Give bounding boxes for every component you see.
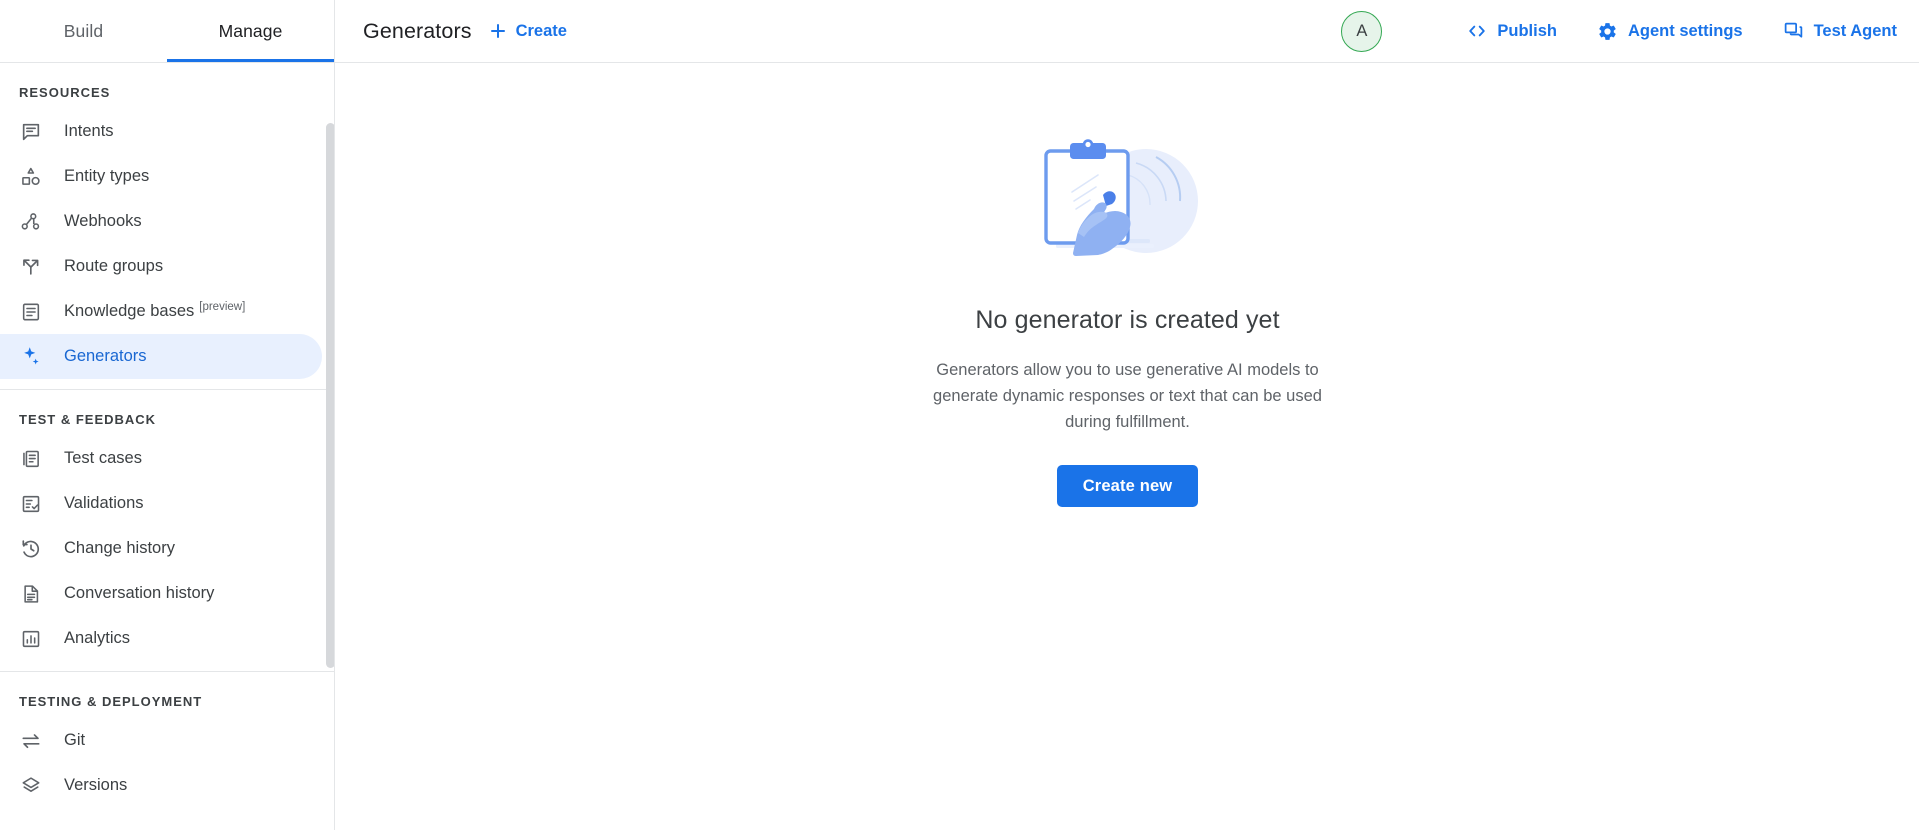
sidebar-content: RESOURCES Intents	[0, 63, 335, 808]
sidebar-item-label: Git	[64, 731, 85, 750]
sidebar-item-label: Analytics	[64, 629, 130, 648]
create-button[interactable]: Create	[489, 22, 567, 41]
sync-arrows-icon	[19, 729, 42, 752]
sidebar-item-label: Test cases	[64, 449, 142, 468]
sidebar-heading-testing-deployment: TESTING & DEPLOYMENT	[0, 672, 335, 718]
sidebar-item-validations[interactable]: Validations	[0, 481, 322, 526]
mode-tabs: Build Manage	[0, 0, 335, 62]
sidebar-item-label: Generators	[64, 347, 147, 366]
sidebar-item-label: Conversation history	[64, 584, 214, 603]
app-root: Build Manage Generators Create A	[0, 0, 1919, 830]
plus-icon	[489, 22, 507, 40]
sidebar-item-conversation-history[interactable]: Conversation history	[0, 571, 322, 616]
sidebar-item-git[interactable]: Git	[0, 718, 322, 763]
tab-build[interactable]: Build	[0, 0, 167, 62]
chat-lines-icon	[19, 120, 42, 143]
sidebar-section-test-feedback: TEST & FEEDBACK Test cases	[0, 390, 335, 661]
create-new-button[interactable]: Create new	[1057, 465, 1199, 507]
tab-manage-label: Manage	[219, 21, 283, 42]
sidebar-item-versions[interactable]: Versions	[0, 763, 322, 808]
sidebar-scrollbar-thumb[interactable]	[326, 123, 335, 668]
sidebar-item-route-groups[interactable]: Route groups	[0, 244, 322, 289]
sidebar-item-analytics[interactable]: Analytics	[0, 616, 322, 661]
layers-icon	[19, 774, 42, 797]
test-agent-button[interactable]: Test Agent	[1783, 21, 1897, 42]
bar-chart-icon	[19, 627, 42, 650]
sidebar-item-label: Change history	[64, 539, 175, 558]
sidebar-item-label: Knowledge bases [preview]	[64, 302, 245, 321]
sidebar-heading-resources: RESOURCES	[0, 63, 335, 109]
publish-button[interactable]: Publish	[1467, 21, 1557, 41]
empty-state-description: Generators allow you to use generative A…	[918, 357, 1338, 435]
sidebar: RESOURCES Intents	[0, 63, 335, 830]
create-button-label: Create	[516, 22, 567, 41]
agent-settings-button[interactable]: Agent settings	[1597, 21, 1743, 42]
clipboard-hand-pen-illustration	[1028, 135, 1228, 265]
history-clock-icon	[19, 537, 42, 560]
empty-state-title: No generator is created yet	[975, 306, 1279, 335]
checklist-icon	[19, 492, 42, 515]
sidebar-item-change-history[interactable]: Change history	[0, 526, 322, 571]
sidebar-item-entity-types[interactable]: Entity types	[0, 154, 322, 199]
shapes-icon	[19, 165, 42, 188]
main-content: No generator is created yet Generators a…	[336, 63, 1919, 830]
sidebar-item-label: Intents	[64, 122, 114, 141]
sidebar-heading-test-feedback: TEST & FEEDBACK	[0, 390, 335, 436]
preview-badge: [preview]	[199, 301, 245, 313]
sidebar-section-testing-deployment: TESTING & DEPLOYMENT Git	[0, 672, 335, 808]
sidebar-item-label: Validations	[64, 494, 144, 513]
branch-arrows-icon	[19, 255, 42, 278]
sidebar-item-intents[interactable]: Intents	[0, 109, 322, 154]
agent-settings-label: Agent settings	[1628, 22, 1743, 41]
nodes-icon	[19, 210, 42, 233]
sidebar-item-webhooks[interactable]: Webhooks	[0, 199, 322, 244]
top-bar: Build Manage Generators Create A	[0, 0, 1919, 63]
document-lines-icon	[19, 300, 42, 323]
document-icon	[19, 582, 42, 605]
sidebar-item-label: Webhooks	[64, 212, 142, 231]
top-bar-actions: A Publish Agent settings	[1341, 0, 1897, 62]
publish-label: Publish	[1497, 22, 1557, 41]
gear-icon	[1597, 21, 1618, 42]
sidebar-item-generators[interactable]: Generators	[0, 334, 322, 379]
sidebar-item-label: Versions	[64, 776, 127, 795]
page-header: Generators Create	[363, 0, 567, 62]
page-title: Generators	[363, 19, 472, 44]
code-brackets-icon	[1467, 21, 1487, 41]
sidebar-item-text: Knowledge bases	[64, 302, 194, 321]
avatar[interactable]: A	[1341, 11, 1382, 52]
tab-manage[interactable]: Manage	[167, 0, 334, 62]
sidebar-item-test-cases[interactable]: Test cases	[0, 436, 322, 481]
tab-build-label: Build	[64, 21, 103, 42]
sidebar-item-knowledge-bases[interactable]: Knowledge bases [preview]	[0, 289, 322, 334]
avatar-initial: A	[1356, 22, 1367, 41]
sparkle-icon	[19, 345, 42, 368]
test-agent-label: Test Agent	[1814, 22, 1897, 41]
sidebar-section-resources: RESOURCES Intents	[0, 63, 335, 379]
stacked-pages-icon	[19, 447, 42, 470]
chat-bubbles-icon	[1783, 21, 1804, 42]
sidebar-item-label: Route groups	[64, 257, 163, 276]
sidebar-item-label: Entity types	[64, 167, 149, 186]
